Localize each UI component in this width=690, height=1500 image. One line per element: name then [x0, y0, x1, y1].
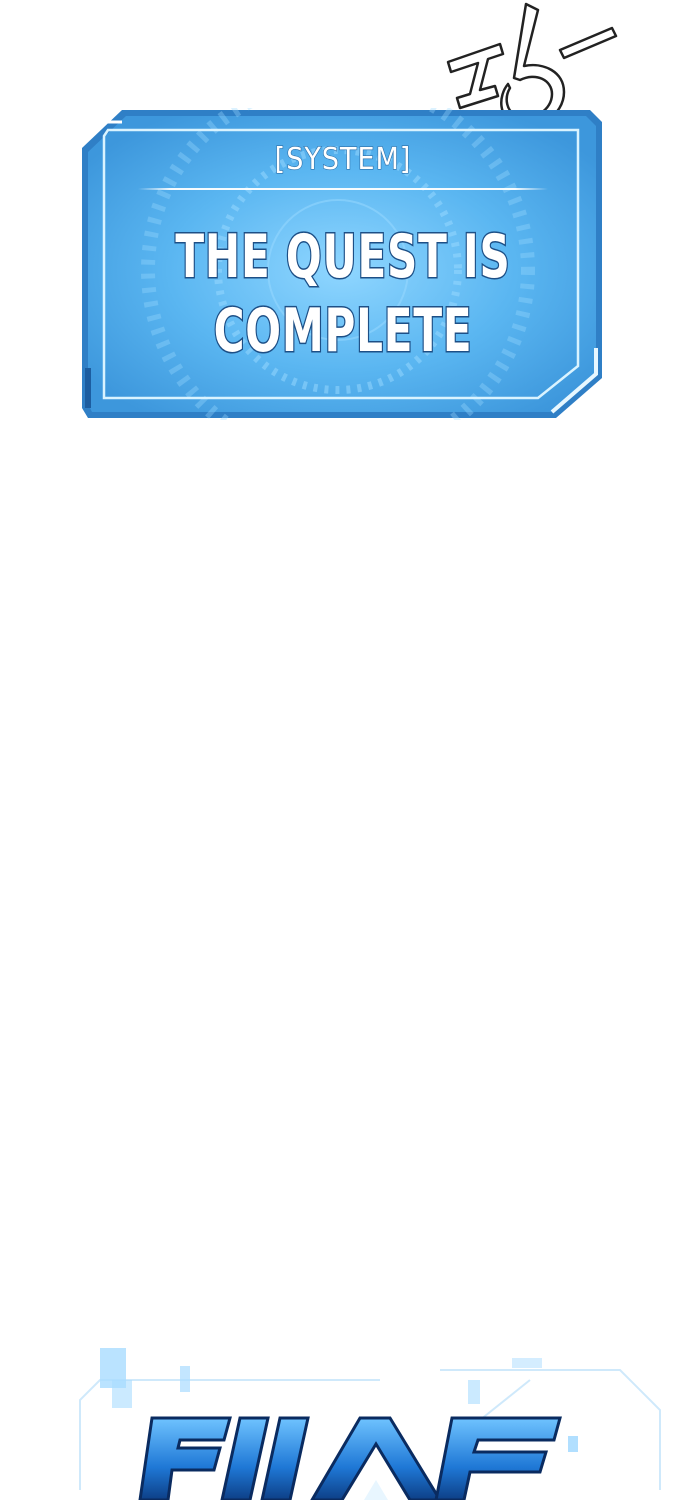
- system-notification-panel: [SYSTEM] THE QUEST IS COMPLETE: [82, 108, 604, 420]
- panel-header: [SYSTEM]: [274, 141, 412, 177]
- panel-divider: [138, 188, 548, 190]
- title-logo-icon: [79, 1348, 661, 1500]
- quest-complete-message: THE QUEST IS COMPLETE: [174, 221, 511, 368]
